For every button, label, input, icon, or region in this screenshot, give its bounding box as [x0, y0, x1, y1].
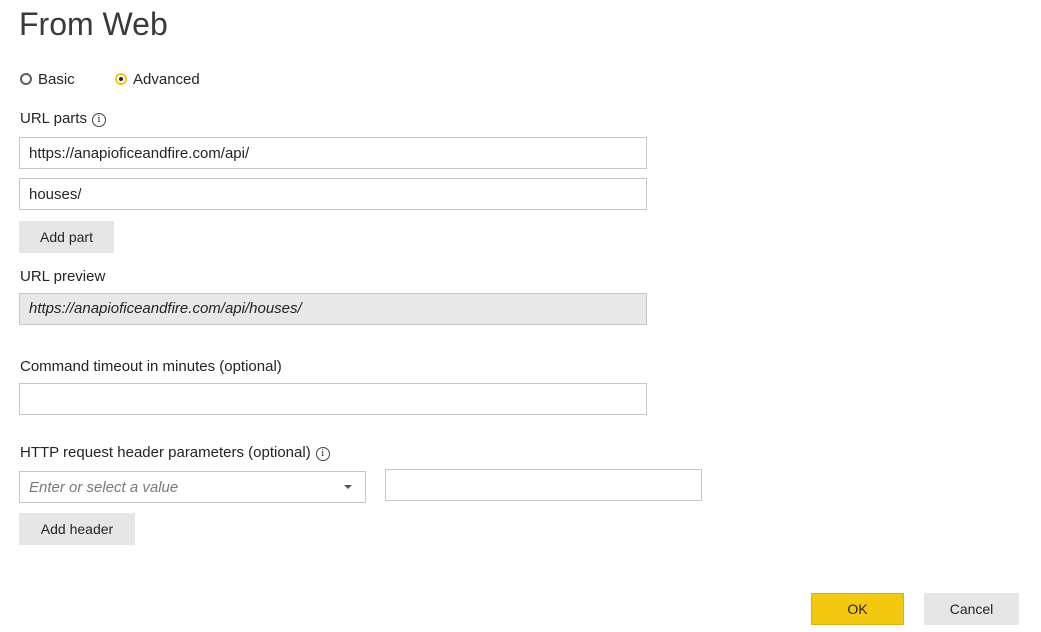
url-parts-label: URL parts — [20, 109, 87, 127]
header-value-input[interactable] — [385, 469, 702, 501]
radio-advanced[interactable]: Advanced — [115, 68, 200, 90]
headers-label: HTTP request header parameters (optional… — [20, 443, 311, 461]
add-part-button[interactable]: Add part — [19, 221, 114, 253]
timeout-label: Command timeout in minutes (optional) — [20, 358, 282, 375]
url-preview-field: https://anapioficeandfire.com/api/houses… — [19, 293, 647, 325]
info-icon[interactable]: i — [91, 113, 106, 127]
info-icon[interactable]: i — [315, 447, 330, 461]
timeout-input[interactable] — [19, 383, 647, 415]
radio-basic-label: Basic — [38, 70, 75, 88]
radio-checked-icon — [115, 73, 127, 85]
url-part-input-1[interactable] — [19, 137, 647, 169]
add-header-button[interactable]: Add header — [19, 513, 135, 545]
url-part-input-2[interactable] — [19, 178, 647, 210]
header-key-dropdown[interactable] — [19, 471, 366, 503]
radio-unchecked-icon — [20, 73, 32, 85]
ok-button[interactable]: OK — [811, 593, 904, 625]
header-key-input[interactable] — [20, 473, 336, 501]
url-parts-label-row: URL parts i — [20, 109, 106, 127]
headers-label-row: HTTP request header parameters (optional… — [20, 443, 330, 461]
radio-basic[interactable]: Basic — [20, 68, 75, 90]
radio-advanced-label: Advanced — [133, 70, 200, 88]
url-preview-label: URL preview — [20, 268, 106, 285]
cancel-button[interactable]: Cancel — [924, 593, 1019, 625]
chevron-down-icon[interactable] — [344, 485, 352, 489]
dialog-title: From Web — [19, 6, 168, 42]
